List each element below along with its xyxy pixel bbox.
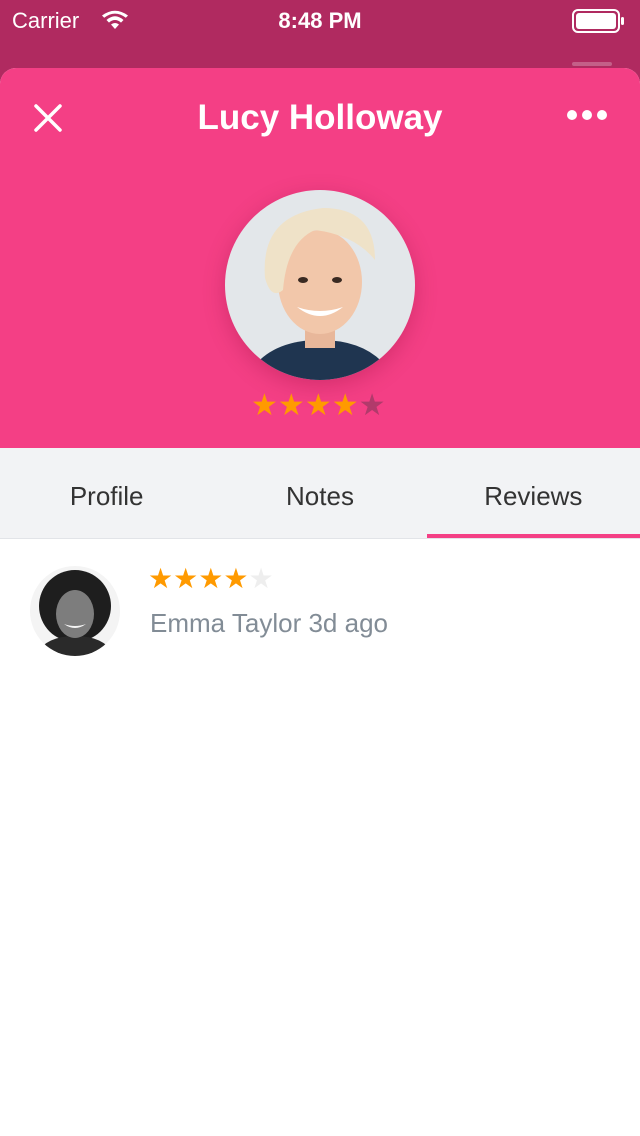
profile-sheet: Lucy Holloway ★ ★ ★ ★ ★ Profile Notes Re… <box>0 68 640 1136</box>
tab-notes[interactable]: Notes <box>213 448 426 538</box>
status-bar: Carrier 8:48 PM <box>0 0 640 40</box>
review-age: 3d ago <box>308 608 388 638</box>
profile-rating: ★ ★ ★ ★ ★ <box>251 390 386 422</box>
tab-bar: Profile Notes Reviews <box>0 448 640 539</box>
star-icon: ★ <box>148 563 174 594</box>
background-screen-hint <box>572 62 612 66</box>
star-icon: ★ <box>198 563 224 594</box>
close-icon[interactable] <box>32 102 64 134</box>
star-icon: ★ <box>304 389 332 422</box>
more-icon[interactable] <box>566 108 608 122</box>
reviewer-name: Emma Taylor <box>150 608 302 638</box>
battery-icon <box>572 9 624 33</box>
star-icon: ★ <box>251 389 278 422</box>
star-icon: ★ <box>248 563 274 594</box>
list-item[interactable]: ★ ★ ★ ★ ★ Emma Taylor 3d ago <box>0 558 640 668</box>
review-rating: ★ ★ ★ ★ ★ <box>148 564 274 594</box>
star-icon: ★ <box>331 389 359 422</box>
star-icon: ★ <box>277 389 305 422</box>
tab-reviews[interactable]: Reviews <box>426 448 640 538</box>
reviewer-avatar <box>30 566 120 656</box>
tab-profile[interactable]: Profile <box>0 448 213 538</box>
avatar-photo <box>225 190 415 380</box>
reviewer-photo <box>30 566 120 656</box>
status-time: 8:48 PM <box>278 8 362 33</box>
review-meta: Emma Taylor 3d ago <box>150 608 388 639</box>
star-icon: ★ <box>173 563 199 594</box>
star-icon: ★ <box>358 389 386 422</box>
avatar <box>225 190 415 380</box>
profile-header: Lucy Holloway ★ ★ ★ ★ ★ <box>0 68 640 448</box>
page-title: Lucy Holloway <box>197 98 443 137</box>
star-icon: ★ <box>223 563 249 594</box>
